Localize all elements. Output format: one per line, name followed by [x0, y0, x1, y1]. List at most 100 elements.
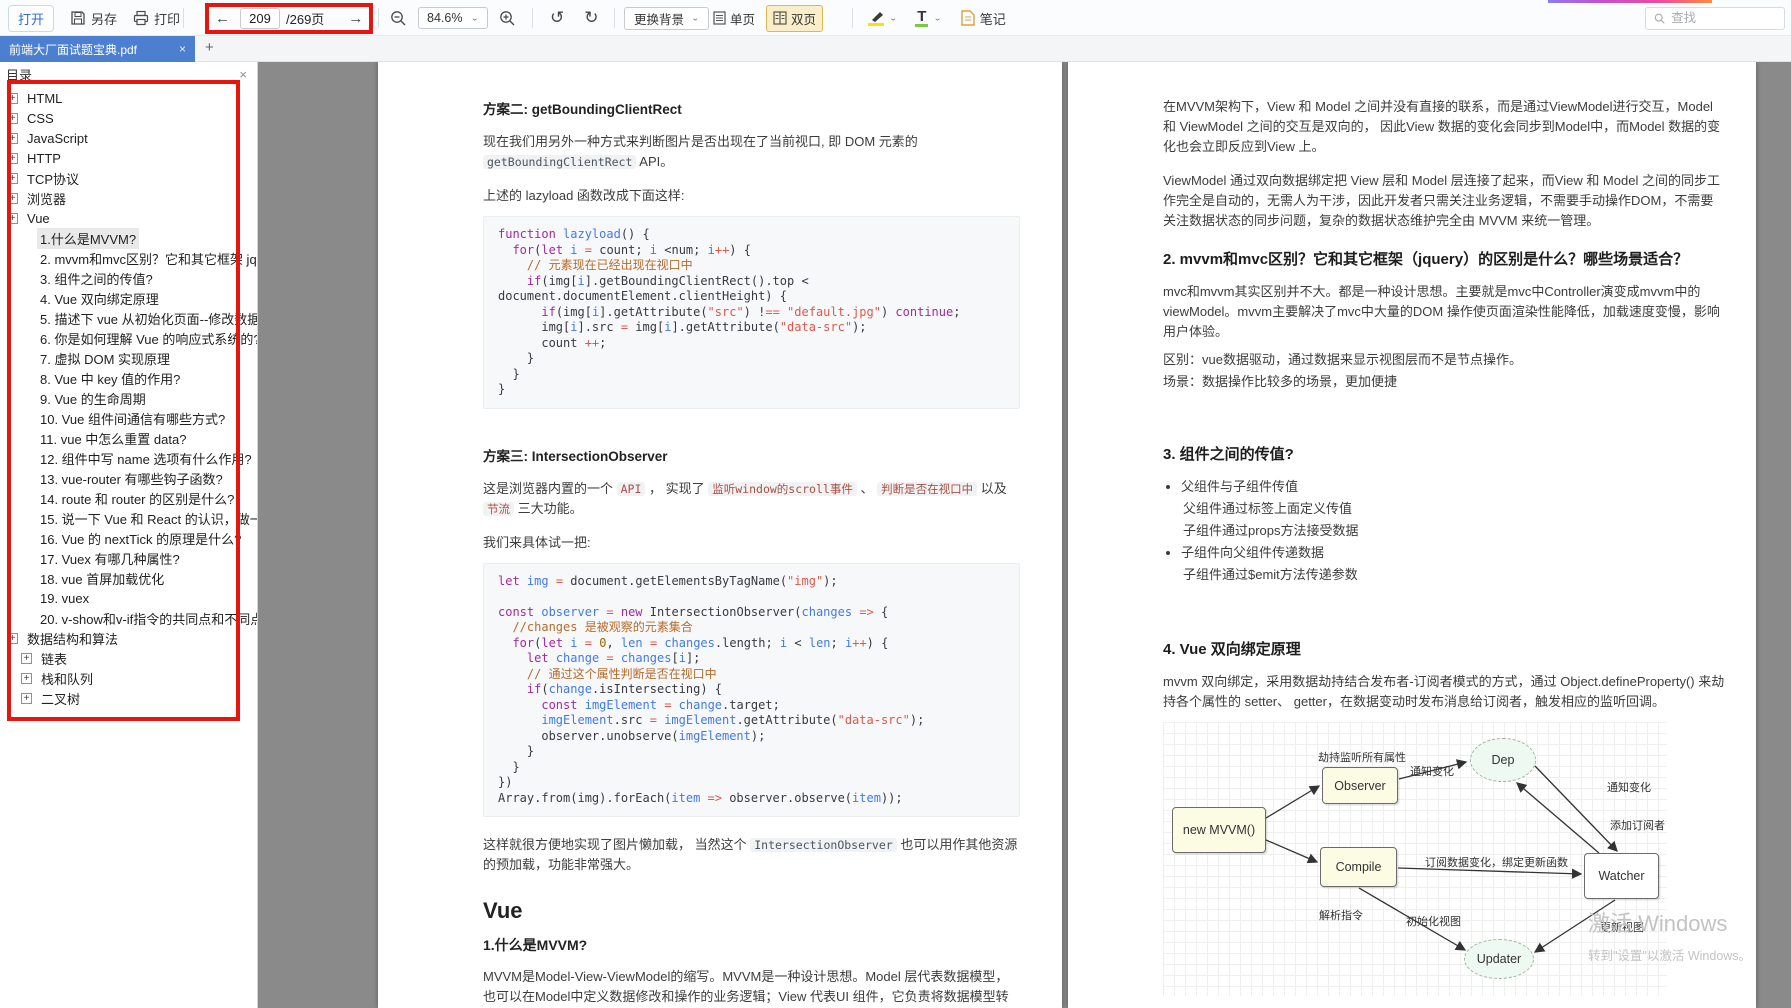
toc-item[interactable]: 6. 你是如何理解 Vue 的响应式系统的? [0, 328, 257, 348]
toc-item[interactable]: 11. vue 中怎么重置 data? [0, 428, 257, 448]
single-page-icon [713, 11, 726, 25]
double-page-mode-button[interactable]: 双页 [766, 5, 823, 32]
toc-item[interactable]: +二叉树 [0, 688, 257, 708]
diagram-label: 更新视图 [1600, 918, 1644, 938]
toc-item[interactable]: 8. Vue 中 key 值的作用? [0, 368, 257, 388]
chevron-down-icon: ⌄ [691, 14, 699, 23]
open-button[interactable]: 打开 [8, 5, 54, 32]
question4-heading: 4. Vue 双向绑定原理 [1163, 639, 1726, 660]
highlighter-tool-button[interactable]: ⌄ [868, 11, 897, 26]
rotate-right-icon[interactable]: ↻ [578, 8, 604, 28]
toc-item[interactable]: +JavaScript [0, 128, 257, 148]
note-icon [960, 10, 975, 26]
expand-icon[interactable]: + [21, 673, 32, 684]
toc-title: 目录 [6, 65, 32, 84]
save-as-button[interactable]: 另存 [70, 9, 117, 28]
search-input[interactable] [1671, 11, 1776, 25]
toc-item[interactable]: + CSS [0, 108, 257, 128]
expand-icon[interactable]: + [7, 133, 18, 144]
rotate-left-icon[interactable]: ↺ [544, 8, 570, 28]
search-box[interactable] [1645, 7, 1785, 30]
toc-item[interactable]: + 栈和队列 [0, 668, 257, 688]
toc-item-label: 16. Vue 的 nextTick 的原理是什么? [37, 528, 244, 549]
toc-item[interactable]: 9. Vue 的生命周期 [0, 388, 257, 408]
tab-title: 前端大厂面试题宝典.pdf [9, 41, 173, 58]
expand-icon[interactable]: + [7, 213, 18, 224]
expand-icon[interactable]: + [7, 193, 18, 204]
toc-item[interactable]: +TCP协议 [0, 168, 257, 188]
toc-item-label: 13. vue-router 有哪些钩子函数? [37, 468, 226, 489]
toc-item[interactable]: +HTML [0, 88, 257, 108]
diagram-node: Compile [1320, 847, 1397, 887]
toc-item[interactable]: 2. mvvm和mvc区别？它和其它框架 jqu [0, 248, 257, 268]
toc-item[interactable]: + 数据结构和算法 [0, 628, 257, 648]
toc-item[interactable]: +链表 [0, 648, 257, 668]
toc-item-label: CSS [24, 110, 57, 127]
highlighter-pen-icon [868, 11, 884, 22]
toc-item[interactable]: 4. Vue 双向绑定原理 [0, 288, 257, 308]
toc-item[interactable]: 16. Vue 的 nextTick 的原理是什么? [0, 528, 257, 548]
zoom-in-icon[interactable] [499, 10, 516, 27]
zoom-out-icon[interactable] [390, 10, 407, 27]
paragraph: mvvm 双向绑定，采用数据劫持结合发布者-订阅者模式的方式，通过 Object… [1163, 672, 1726, 712]
expand-icon[interactable]: + [7, 93, 18, 104]
page-number-input[interactable] [240, 8, 280, 29]
toc-item[interactable]: 5. 描述下 vue 从初始化页面--修改数据-- [0, 308, 257, 328]
toc-item-label: 栈和队列 [38, 668, 96, 689]
transfer-list: 父组件与子组件传值父组件通过标签上面定义传值子组件通过props方法接受数据子组… [1181, 477, 1726, 585]
toc-item-label: 4. Vue 双向绑定原理 [37, 288, 162, 309]
tab-bar: 前端大厂面试题宝典.pdf × + [0, 36, 1791, 62]
next-page-arrow-icon[interactable]: → [344, 10, 367, 27]
single-page-mode-button[interactable]: 单页 [706, 5, 762, 32]
prev-page-arrow-icon[interactable]: ← [211, 10, 234, 27]
new-tab-icon[interactable]: + [205, 39, 214, 56]
toc-item[interactable]: 1.什么是MVVM? [0, 228, 257, 248]
text-tool-button[interactable]: T ⌄ [915, 10, 941, 27]
diagram-label: 解析指令 [1319, 906, 1363, 926]
toc-item-label: 浏览器 [24, 188, 69, 209]
expand-icon[interactable]: + [21, 693, 32, 704]
toc-item[interactable]: 18. vue 首屏加载优化 [0, 568, 257, 588]
pdf-page-right: 在MVVM架构下，View 和 Model 之间并没有直接的联系，而是通过Vie… [1068, 62, 1756, 1008]
document-tab[interactable]: 前端大厂面试题宝典.pdf × [0, 36, 195, 62]
toc-item[interactable]: 17. Vuex 有哪几种属性? [0, 548, 257, 568]
expand-icon[interactable]: + [7, 173, 18, 184]
expand-icon[interactable]: + [7, 153, 18, 164]
expand-icon[interactable]: + [21, 653, 32, 664]
diagram-label: 通知变化 [1607, 778, 1651, 798]
toc-item[interactable]: 12. 组件中写 name 选项有什么作用? [0, 448, 257, 468]
printer-icon [133, 10, 149, 26]
toc-item[interactable]: 3. 组件之间的传值? [0, 268, 257, 288]
note-button[interactable]: 笔记 [960, 9, 1006, 28]
toc-item[interactable]: 7. 虚拟 DOM 实现原理 [0, 348, 257, 368]
expand-icon[interactable]: + [7, 633, 18, 644]
scheme2-heading: 方案二: getBoundingClientRect [483, 100, 1020, 120]
expand-icon[interactable]: + [7, 113, 18, 124]
change-background-button[interactable]: 更换背景 ⌄ [624, 7, 709, 30]
pdf-page-left: 方案二: getBoundingClientRect 现在我们用另外一种方式来判… [378, 62, 1062, 1008]
toc-item-label: 17. Vuex 有哪几种属性? [37, 548, 183, 569]
toc-item[interactable]: 10. Vue 组件间通信有哪些方式? [0, 408, 257, 428]
toc-item-label: 2. mvvm和mvc区别？它和其它框架 jqu [37, 248, 258, 269]
toc-item-label: 10. Vue 组件间通信有哪些方式? [37, 408, 228, 429]
paragraph: 上述的 lazyload 函数改成下面这样: [483, 186, 1020, 206]
diagram-node: Dep [1470, 738, 1536, 782]
toc-item[interactable]: + HTTP [0, 148, 257, 168]
tab-close-icon[interactable]: × [173, 42, 186, 56]
toc-close-icon[interactable]: × [239, 67, 247, 82]
mvvm-diagram: new MVVM()ObserverCompileWatcherDepUpdat… [1163, 722, 1667, 996]
toc-item[interactable]: 15. 说一下 Vue 和 React 的认识，做一 [0, 508, 257, 528]
toc-item[interactable]: 20. v-show和v-if指令的共同点和不同点 [0, 608, 257, 628]
toc-item[interactable]: 13. vue-router 有哪些钩子函数? [0, 468, 257, 488]
toc-item[interactable]: 14. route 和 router 的区别是什么? [0, 488, 257, 508]
paragraph: MVVM是Model-View-ViewModel的缩写。MVVM是一种设计思想… [483, 967, 1020, 1008]
toc-item[interactable]: 19. vuex [0, 588, 257, 608]
toc-item-label: HTTP [24, 150, 64, 167]
toc-item[interactable]: + 浏览器 [0, 188, 257, 208]
toc-item[interactable]: +Vue [0, 208, 257, 228]
print-button[interactable]: 打印 [133, 9, 180, 28]
toc-item-label: 数据结构和算法 [24, 628, 121, 649]
toc-item-label: 11. vue 中怎么重置 data? [37, 428, 189, 449]
list-item: 父组件与子组件传值 [1181, 477, 1726, 497]
zoom-level-select[interactable]: 84.6% ⌄ [418, 7, 488, 29]
